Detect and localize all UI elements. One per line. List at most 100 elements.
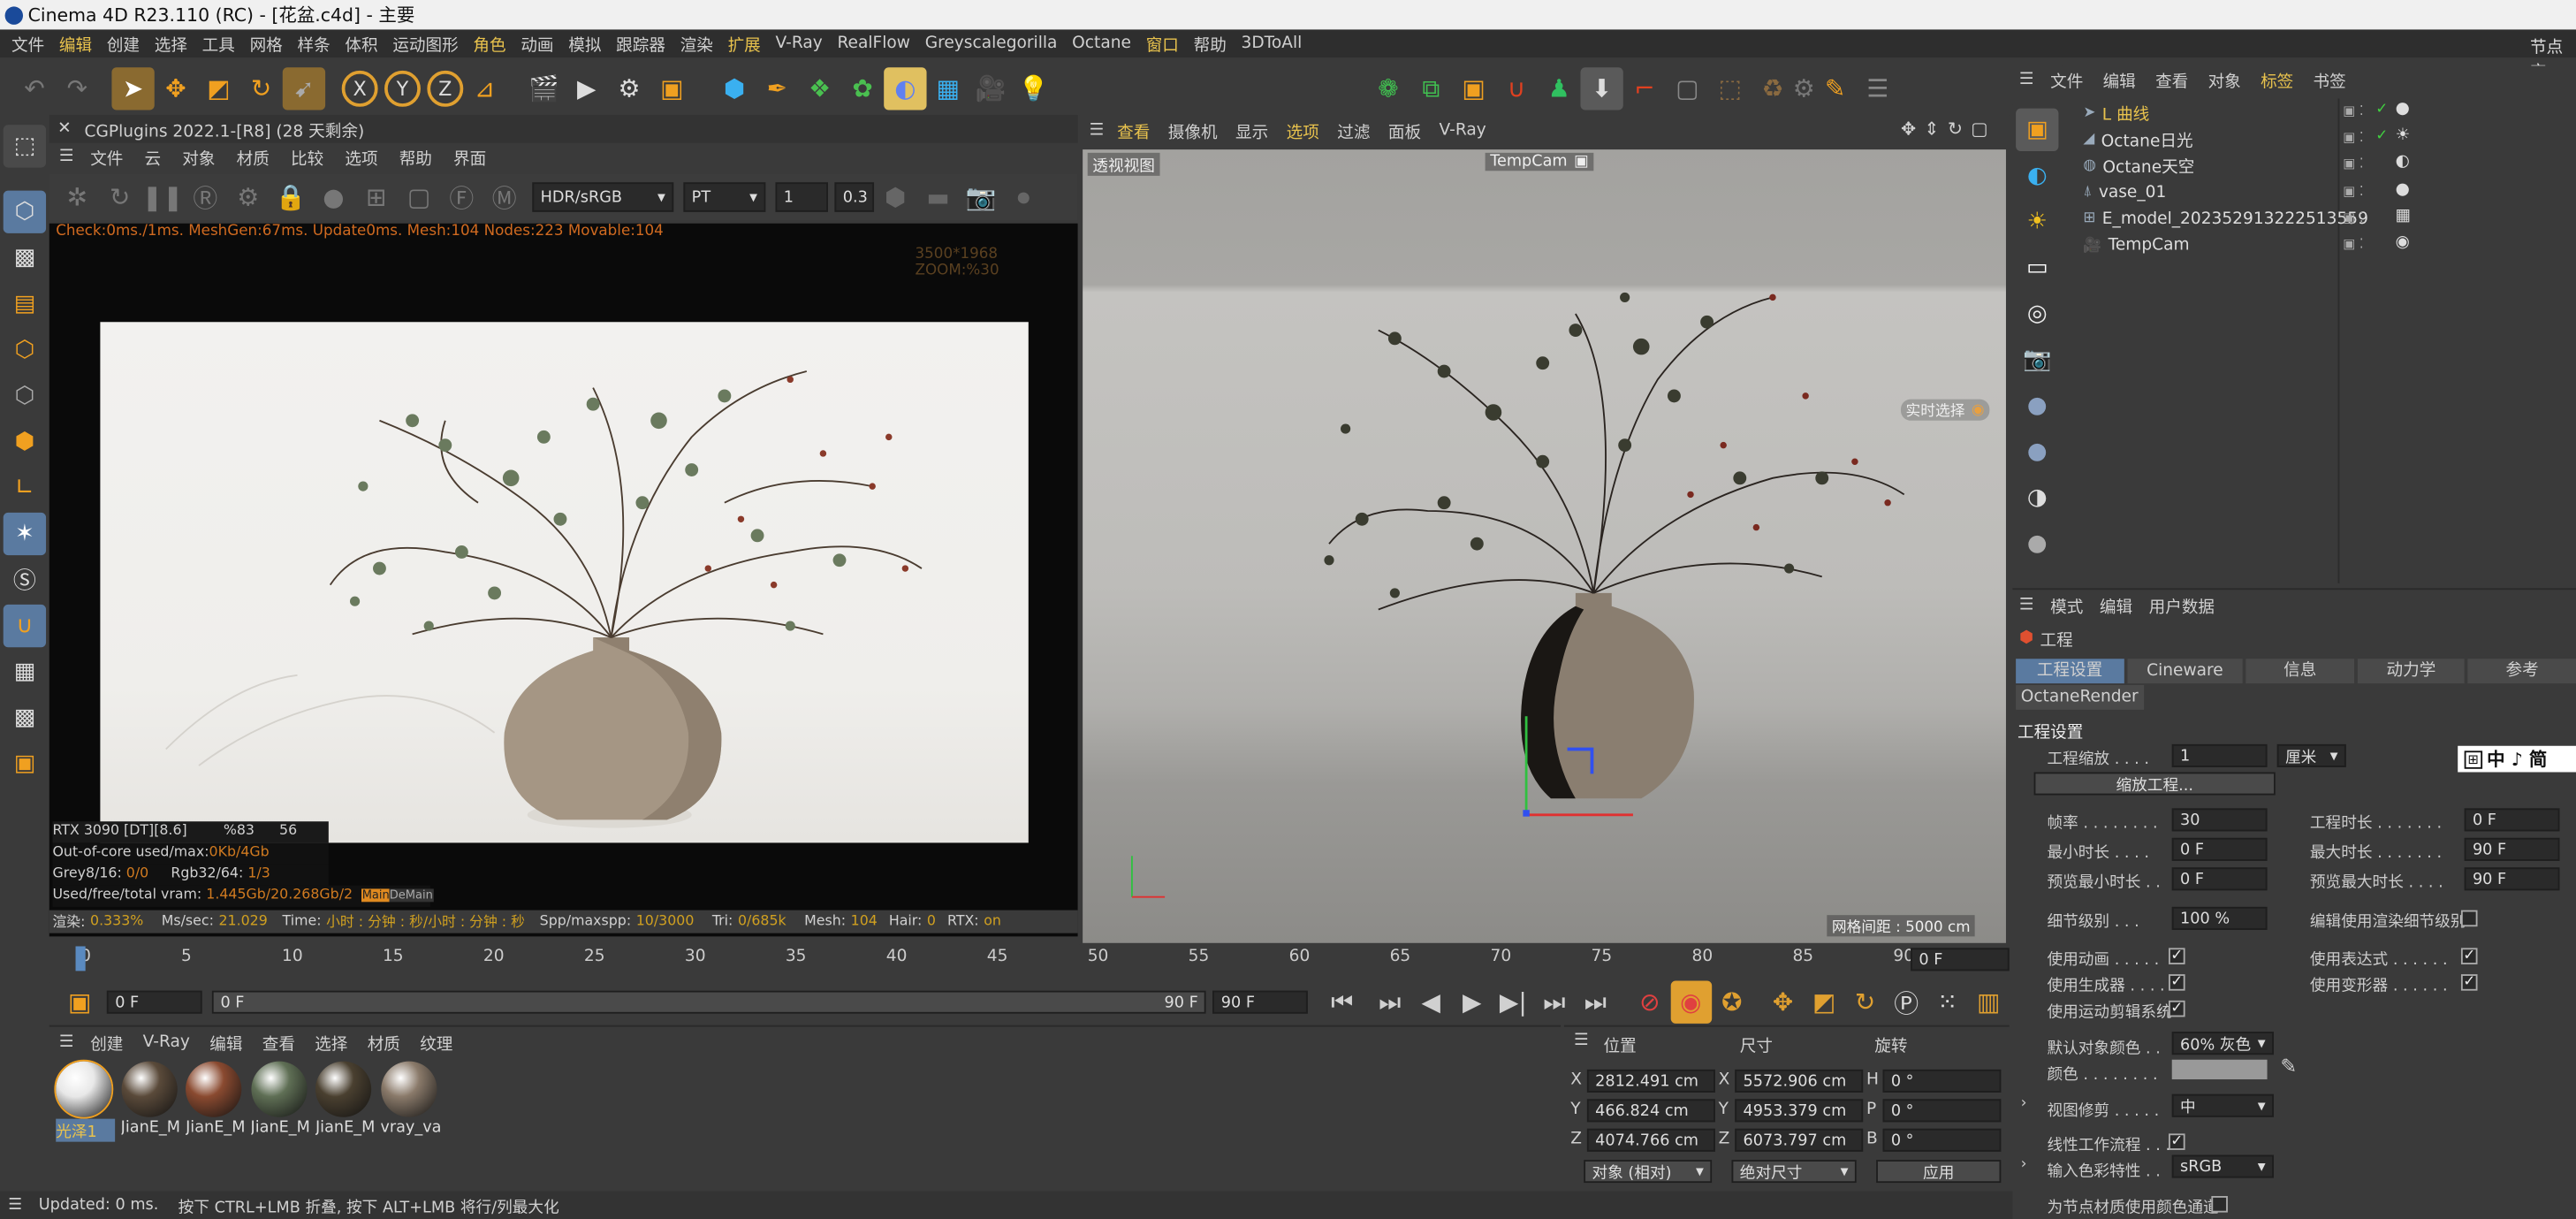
expand-clip-icon[interactable]: › — [2021, 1096, 2027, 1113]
timeline-playhead[interactable] — [75, 946, 86, 971]
restart-render-icon[interactable]: ↻ — [99, 176, 141, 218]
mograph-icon[interactable]: ❁ — [1367, 66, 1410, 109]
material-menu-item-2[interactable]: 编辑 — [209, 1030, 242, 1055]
viewport-menu-item-1[interactable]: 摄像机 — [1168, 118, 1218, 142]
object-visibility-icon-1[interactable]: ▣ ⁚ — [2343, 130, 2364, 145]
snap-icon[interactable]: ∪ — [3, 604, 47, 648]
package-icon[interactable]: ⬚ — [1708, 66, 1751, 109]
render-lod-checkbox[interactable] — [2460, 910, 2478, 927]
material-ball-4[interactable] — [315, 1061, 372, 1117]
recycle-icon[interactable]: ♻ — [1752, 66, 1794, 109]
object-menu-icon[interactable]: ☰ — [2019, 71, 2034, 88]
end-frame-field[interactable]: 90 F — [1212, 990, 1309, 1014]
material-menu-item-3[interactable]: 查看 — [262, 1030, 295, 1055]
render-settings-icon[interactable]: ⚙ — [608, 66, 650, 109]
attr-tab-3[interactable]: 动力学 — [2357, 659, 2466, 684]
sphere-icon[interactable]: ● — [312, 176, 354, 218]
light-icon[interactable]: 💡 — [1012, 66, 1054, 109]
material-ball-icon[interactable]: ● — [2016, 385, 2058, 427]
floor-icon[interactable]: ▦ — [927, 66, 969, 109]
object-name-2[interactable]: Octane天空 — [2102, 154, 2194, 178]
download-icon[interactable]: ⬇ — [1580, 66, 1623, 110]
polygons-mode-icon[interactable]: ⬢ — [4, 421, 46, 463]
menu-item-16[interactable]: RealFlow — [837, 34, 910, 52]
maximize-icon[interactable]: ▢ — [1971, 118, 1987, 140]
object-menu-item-1[interactable]: 编辑 — [2103, 67, 2136, 92]
close-icon[interactable]: ✕ — [57, 120, 72, 138]
glossy-ball-icon[interactable]: ● — [2016, 430, 2058, 473]
live-select-icon[interactable]: ➹ — [282, 66, 326, 110]
pan-icon[interactable]: ✥ — [1901, 118, 1916, 140]
object-visibility-icon-5[interactable]: ▣ ⁚ — [2343, 237, 2364, 252]
tweak-icon[interactable]: ✶ — [3, 512, 47, 556]
plus-icon[interactable]: ⊞ — [355, 176, 398, 218]
attr-menu-icon[interactable]: ☰ — [2019, 597, 2034, 614]
material-pick-icon[interactable]: Ⓜ — [483, 176, 526, 218]
autokey-icon[interactable]: ◉ — [1670, 980, 1712, 1024]
material-name-1[interactable]: JianE_M — [121, 1119, 180, 1137]
menu-item-15[interactable]: V-Ray — [775, 34, 822, 52]
snapshot-icon[interactable]: 📷 — [960, 176, 1002, 218]
menu-item-4[interactable]: 工具 — [202, 31, 235, 56]
size-mode-select[interactable]: 绝对尺寸 ▾ — [1731, 1160, 1857, 1184]
viewport-menu-item-4[interactable]: 过滤 — [1337, 118, 1370, 142]
cg-menu-item-5[interactable]: 选项 — [345, 145, 377, 169]
object-row-2[interactable]: ◍ Octane天空 — [2073, 154, 2194, 178]
render-region-icon[interactable]: 🎬 — [522, 66, 565, 109]
material-name-3[interactable]: JianE_M — [251, 1119, 310, 1137]
scale-field[interactable]: 1 — [2171, 743, 2268, 767]
screen-icon[interactable]: ▬ — [916, 176, 959, 218]
kernel-select[interactable]: PT ▾ — [683, 182, 766, 212]
focus-icon[interactable]: Ⓕ — [440, 176, 483, 218]
cg-menu-icon[interactable]: ☰ — [59, 148, 74, 165]
material-menu-item-1[interactable]: V-Ray — [143, 1033, 190, 1051]
coord-pos-field-1[interactable]: 466.824 cm — [1586, 1099, 1715, 1123]
coords-menu-icon[interactable]: ☰ — [1574, 1032, 1589, 1049]
coord-size-field-2[interactable]: 6073.797 cm — [1735, 1128, 1864, 1152]
metal-ball-icon[interactable]: ● — [2016, 522, 2058, 565]
layers-icon[interactable]: ☰ — [1857, 66, 1899, 109]
menu-item-18[interactable]: Octane — [1072, 34, 1131, 52]
axis-x-button[interactable]: X — [341, 69, 378, 106]
material-menu-item-6[interactable]: 纹理 — [420, 1030, 452, 1055]
max-time-field[interactable]: 90 F — [2464, 837, 2560, 861]
material-name-5[interactable]: vray_vas — [380, 1119, 439, 1137]
coord-mode-select[interactable]: 对象 (相对) ▾ — [1584, 1160, 1713, 1184]
attr-tab-0[interactable]: 工程设置 — [2016, 659, 2124, 684]
value2-field[interactable]: 0.3 — [834, 182, 875, 212]
menu-item-10[interactable]: 动画 — [521, 31, 553, 56]
tab-octanerender[interactable]: OctaneRender — [2016, 684, 2144, 710]
axis-mode-icon[interactable]: ∟ — [4, 467, 46, 509]
pause-icon[interactable]: ❚❚ — [141, 176, 184, 218]
save-icon-small[interactable]: ▣ — [59, 981, 101, 1024]
redo-icon[interactable]: ↷ — [56, 66, 98, 109]
viewport-menu-item-0[interactable]: 查看 — [1117, 118, 1150, 142]
edges-mode-icon[interactable]: ⬡ — [4, 375, 46, 417]
coord-size-field-0[interactable]: 5572.906 cm — [1735, 1069, 1864, 1093]
rotate-key-icon[interactable]: ↻ — [1844, 981, 1886, 1024]
viewport-menu-item-3[interactable]: 选项 — [1287, 118, 1319, 142]
prev-frame-icon[interactable]: ◀ — [1410, 981, 1452, 1024]
material-menu-item-0[interactable]: 创建 — [90, 1030, 123, 1055]
scale-unit-select[interactable]: 厘米 ▾ — [2276, 743, 2346, 767]
preview-max-field[interactable]: 90 F — [2464, 867, 2560, 891]
camera-icon[interactable]: 🎥 — [969, 66, 1012, 109]
move-tool-icon[interactable]: ✥ — [155, 66, 197, 109]
material-name-2[interactable]: JianE_M — [186, 1119, 245, 1137]
object-name-1[interactable]: Octane日光 — [2101, 126, 2193, 151]
save-icon[interactable]: ▣ — [1452, 66, 1494, 109]
scale-project-button[interactable]: 缩放工程... — [2033, 772, 2276, 796]
cg-menu-item-4[interactable]: 比较 — [291, 145, 323, 169]
axis-z-button[interactable]: Z — [427, 69, 464, 106]
deformer-icon[interactable]: ◐ — [884, 66, 927, 110]
object-menu-item-0[interactable]: 文件 — [2050, 67, 2083, 92]
menu-item-20[interactable]: 帮助 — [1194, 31, 1227, 56]
scale-key-icon[interactable]: ◩ — [1804, 981, 1845, 1024]
object-tag-icon-3[interactable]: ● — [2396, 180, 2410, 198]
cg-menu-item-6[interactable]: 帮助 — [399, 145, 432, 169]
play-icon[interactable]: ▶ — [1452, 981, 1493, 1024]
material-name-0[interactable]: 光泽1 — [56, 1118, 116, 1142]
coord-rot-field-2[interactable]: 0 ° — [1882, 1128, 2002, 1152]
object-enabled-icon-0[interactable]: ✓ — [2375, 102, 2388, 118]
viewport-menu-icon[interactable]: ☰ — [1090, 122, 1105, 140]
